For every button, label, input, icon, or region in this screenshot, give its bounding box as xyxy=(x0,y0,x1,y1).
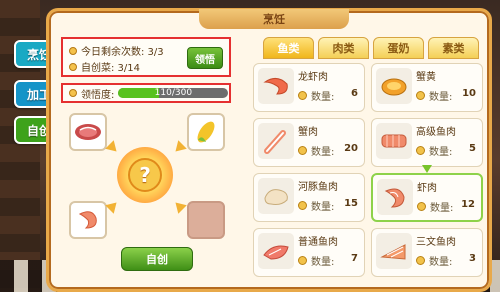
ingredient-qty: 数量: xyxy=(298,253,334,268)
qty-value: 5 xyxy=(469,143,476,154)
ingredient-qty: 数量: xyxy=(416,143,452,158)
crab-roe-icon xyxy=(376,68,412,104)
create-area: 今日剩余次数: 3/3 自创菜: 3/14 领悟 领悟度: 110/300 ? … xyxy=(59,35,233,279)
qty-value: 20 xyxy=(344,143,358,154)
created-label: 自创菜: 3/14 xyxy=(81,63,141,74)
created-count: 自创菜: 3/14 xyxy=(69,59,140,74)
bullet-icon xyxy=(69,89,77,97)
ingredient-card[interactable]: 三文鱼肉 数量: 3 xyxy=(371,228,483,277)
coin-icon xyxy=(298,146,307,155)
lingwu-button[interactable]: 领悟 xyxy=(187,47,223,69)
bullet-icon xyxy=(69,62,77,71)
corn-icon xyxy=(197,121,215,143)
ingredient-card[interactable]: 蟹黄 数量: 10 xyxy=(371,63,483,112)
crab-meat-icon xyxy=(258,123,294,159)
coin-icon xyxy=(417,202,426,211)
tab-meat[interactable]: 肉类 xyxy=(318,37,369,59)
progress-label: 领悟度: xyxy=(81,89,115,101)
panel-title: 烹饪 xyxy=(199,9,349,29)
coin-icon xyxy=(298,91,307,100)
qty-value: 3 xyxy=(469,253,476,264)
tab-fish[interactable]: 鱼类 xyxy=(263,37,314,59)
ingredient-card[interactable]: 高级鱼肉 数量: 5 xyxy=(371,118,483,167)
coin-icon xyxy=(298,201,307,210)
daily-info-box: 今日剩余次数: 3/3 自创菜: 3/14 领悟 xyxy=(61,37,231,77)
qty-value: 10 xyxy=(462,88,476,99)
ingredient-name: 蟹黄 xyxy=(416,72,436,83)
fish-meat-icon xyxy=(258,233,294,269)
ingredient-qty: 数量: xyxy=(298,143,334,158)
qty-value: 15 xyxy=(344,198,358,209)
qty-value: 12 xyxy=(461,199,475,210)
arrow-icon xyxy=(105,140,121,156)
recipe-slot-corn[interactable] xyxy=(187,113,225,151)
main-panel: 烹饪 今日剩余次数: 3/3 自创菜: 3/14 领悟 领悟度: 110/300 xyxy=(46,8,492,292)
shrimp-icon xyxy=(78,211,97,229)
category-tabs: 鱼类 肉类 蛋奶 素类 xyxy=(263,37,479,59)
recipe-slot-empty[interactable] xyxy=(187,201,225,239)
ingredient-name: 高级鱼肉 xyxy=(416,127,456,138)
recipe-slot-meat[interactable] xyxy=(69,113,107,151)
coin-icon xyxy=(416,91,425,100)
create-dish-button[interactable]: 自创 xyxy=(121,247,193,271)
question-mark-icon: ? xyxy=(128,158,162,192)
selected-marker-icon xyxy=(422,165,432,173)
remaining-count: 今日剩余次数: 3/3 xyxy=(69,43,164,58)
recipe-combine-area: ? xyxy=(61,109,231,239)
ingredient-name: 河豚鱼肉 xyxy=(298,182,338,193)
premium-fish-icon xyxy=(376,123,412,159)
lobster-meat-icon xyxy=(258,68,294,104)
arrow-icon xyxy=(105,198,121,214)
ingredient-name: 虾肉 xyxy=(417,183,437,194)
recipe-slot-shrimp[interactable] xyxy=(69,201,107,239)
meat-icon xyxy=(75,124,101,140)
ingredient-qty: 数量: xyxy=(416,88,452,103)
bullet-icon xyxy=(69,46,77,55)
ingredient-name: 蟹肉 xyxy=(298,127,318,138)
salmon-icon xyxy=(376,233,412,269)
arrow-icon xyxy=(171,140,187,156)
tab-vegetable[interactable]: 素类 xyxy=(428,37,479,59)
shrimp-meat-icon xyxy=(377,179,413,215)
ingredient-grid: 龙虾肉 数量: 6 蟹黄 数量: 10 蟹肉 数量: 20 高级鱼肉 数量: 5… xyxy=(253,63,483,283)
qty-value: 7 xyxy=(351,253,358,264)
coin-icon xyxy=(416,146,425,155)
progress-text: 110/300 xyxy=(154,88,193,98)
ingredient-card[interactable]: 蟹肉 数量: 20 xyxy=(253,118,365,167)
result-glow: ? xyxy=(117,147,173,203)
ingredient-name: 普通鱼肉 xyxy=(298,237,338,248)
ingredient-card[interactable]: 河豚鱼肉 数量: 15 xyxy=(253,173,365,222)
coin-icon xyxy=(416,256,425,265)
ingredient-card-selected[interactable]: 虾肉 数量: 12 xyxy=(371,165,483,222)
ingredient-card[interactable]: 龙虾肉 数量: 6 xyxy=(253,63,365,112)
progress-bar: 110/300 xyxy=(118,88,229,98)
ingredient-qty: 数量: xyxy=(298,88,334,103)
ingredient-qty: 数量: xyxy=(416,253,452,268)
ingredient-name: 三文鱼肉 xyxy=(416,237,456,248)
ingredient-qty: 数量: xyxy=(298,198,334,213)
ingredient-name: 龙虾肉 xyxy=(298,72,328,83)
remaining-label: 今日剩余次数: 3/3 xyxy=(81,47,164,58)
coin-icon xyxy=(298,256,307,265)
ingredient-qty: 数量: xyxy=(417,199,453,214)
ingredient-card[interactable]: 普通鱼肉 数量: 7 xyxy=(253,228,365,277)
comprehension-progress: 领悟度: 110/300 xyxy=(61,83,231,103)
tab-egg-milk[interactable]: 蛋奶 xyxy=(373,37,424,59)
pufferfish-icon xyxy=(258,178,294,214)
qty-value: 6 xyxy=(351,88,358,99)
arrow-icon xyxy=(171,198,187,214)
